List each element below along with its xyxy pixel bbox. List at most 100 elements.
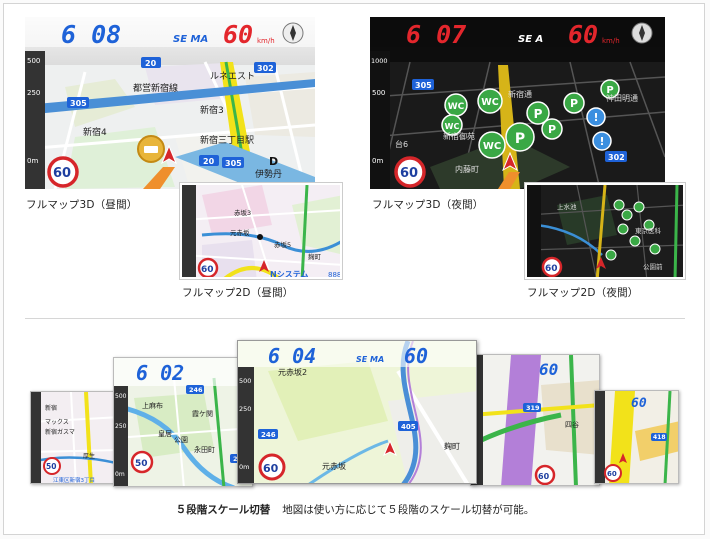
road-shield-label: 20 — [145, 59, 157, 68]
hud-mode: SE MA — [356, 355, 384, 364]
place-label: 元赤坂2 — [278, 367, 307, 377]
scale-tick: 0m — [239, 463, 249, 471]
toilet-poi-icon: WC — [444, 93, 468, 117]
place-label: 伊勢丹 — [255, 168, 282, 180]
parking-poi-icon: P — [541, 118, 563, 140]
compass-icon[interactable] — [631, 22, 653, 44]
footer-caption: ５段階スケール切替 地図は使い方に応じて５段階のスケール切替が可能。 — [0, 502, 710, 517]
bottom-label: Nシステム — [270, 270, 308, 279]
road-shield-label: 302 — [608, 153, 625, 162]
place-label: 新宿御苑 — [443, 131, 475, 141]
place-label: 東京医科 — [635, 226, 662, 235]
svg-text:60: 60 — [400, 166, 418, 181]
place-label: 公園 — [174, 436, 188, 444]
speed-limit-sign: 60 — [541, 256, 563, 277]
compass-icon[interactable] — [282, 22, 304, 44]
place-label: 新宿 — [45, 404, 57, 412]
place-label: 皇居 — [158, 429, 172, 438]
svg-text:P: P — [534, 107, 543, 121]
scale-tick: 250 — [115, 423, 127, 430]
screen-fullmap-3d-day[interactable]: 6 08 SE MA 60 km/h 500 250 0m 20 302 305… — [25, 17, 315, 189]
hud-speed-unit: km/h — [602, 37, 620, 45]
hud-time: 6 08 — [61, 20, 121, 49]
scale-tick: 0m — [372, 157, 383, 165]
svg-text:60: 60 — [53, 166, 71, 181]
svg-text:50: 50 — [135, 459, 148, 469]
road-shield-label: 246 — [189, 386, 203, 394]
road-shield-label: 20 — [203, 157, 215, 166]
place-label: 赤坂5 — [274, 240, 291, 249]
svg-text:60: 60 — [538, 472, 550, 481]
place-label: 都営新宿線 — [133, 82, 178, 94]
toilet-poi-icon: WC — [477, 88, 503, 114]
speed-limit-sign: 60 — [47, 156, 79, 188]
scale-tick: 500 — [27, 57, 40, 65]
footer-description: 地図は使い方に応じて５段階のスケール切替が可能。 — [282, 504, 535, 516]
caption-2d-day: フルマップ2D（昼間） — [182, 287, 294, 299]
screen-fullmap-3d-night[interactable]: 6 07 SE A 60 km/h 1000 500 0m WC WC WC W… — [370, 17, 665, 189]
speed-limit-sign: 60 — [534, 464, 556, 485]
svg-text:WC: WC — [448, 102, 465, 112]
svg-text:WC: WC — [481, 97, 498, 108]
place-label: 永田町 — [194, 445, 215, 454]
place-label: 新宿通 — [508, 89, 532, 99]
bottom-label: 江東区新宿3丁目 — [53, 476, 95, 484]
scale-screen-2[interactable]: 6 02 500 250 0m 上麻布 皇居 霞ケ関 永田町 公園 246 24… — [113, 357, 253, 487]
section-divider — [25, 318, 685, 319]
hud-mode: SE MA — [173, 34, 208, 45]
place-label: 四谷 — [565, 420, 579, 429]
scale-screen-1[interactable]: 新宿 マックス 新宿ガスマ 厚生 江東区新宿3丁目 50 — [30, 391, 120, 484]
place-label: 新宿3 — [200, 104, 224, 116]
hud-speed: 60 — [404, 344, 428, 368]
place-label: 上水池 — [557, 202, 577, 211]
scale-tick: 500 — [239, 377, 251, 385]
place-label: 麹町 — [444, 441, 460, 451]
svg-text:60: 60 — [263, 462, 279, 475]
scale-screen-3[interactable]: 6 04 SE MA 60 500 250 0m 元赤坂2 元赤坂 麹町 405… — [237, 340, 477, 484]
svg-text:WC: WC — [445, 122, 460, 131]
distance-readout: 888 — [328, 271, 341, 279]
scale-screen-4[interactable]: 60 319 四谷 60 — [470, 354, 600, 486]
parking-poi-icon: P — [505, 122, 535, 152]
place-label: 新宿三丁目駅 — [200, 134, 254, 146]
svg-text:P: P — [515, 131, 525, 147]
place-label: 霞ケ関 — [192, 410, 213, 418]
hud-time: 6 04 — [268, 344, 316, 368]
hud-speed: 60 — [568, 20, 598, 49]
svg-text:!: ! — [593, 111, 598, 124]
hud-time: 6 02 — [136, 361, 184, 385]
speed-limit-sign: 60 — [197, 257, 219, 277]
svg-text:!: ! — [599, 135, 604, 148]
place-label: 麹町 — [308, 252, 322, 261]
orbis-camera-icon — [137, 135, 165, 163]
place-label: 元赤坂 — [322, 461, 346, 471]
screen-fullmap-2d-day[interactable]: 赤坂3 元赤坂 赤坂5 麹町 Nシステム 888 60 — [180, 183, 342, 279]
svg-text:P: P — [570, 97, 578, 110]
caption-3d-night: フルマップ3D（夜間） — [372, 199, 484, 211]
place-label: 新宿ガスマ — [45, 428, 75, 436]
caption-2d-night: フルマップ2D（夜間） — [527, 287, 639, 299]
speed-limit-sign: 50 — [43, 457, 61, 475]
place-label: 上麻布 — [142, 401, 163, 410]
parking-poi-icon: P — [563, 92, 585, 114]
road-shield-label: 305 — [225, 159, 242, 168]
road-shield-label: 319 — [526, 404, 540, 412]
place-label: 台6 — [395, 139, 408, 149]
speed-limit-sign: 50 — [130, 450, 154, 474]
place-label: 厚生 — [83, 452, 95, 460]
scale-screen-5[interactable]: 60 418 60 — [594, 390, 679, 484]
scale-tick: 250 — [239, 405, 251, 413]
road-shield-label: 302 — [257, 64, 274, 73]
alert-poi-icon: ! — [586, 107, 606, 127]
hud-speed: 60 — [223, 20, 253, 49]
place-label: 内藤町 — [455, 164, 479, 174]
place-label: 新宿4 — [83, 126, 107, 138]
scale-tick: 500 — [115, 393, 127, 400]
road-shield-label: 418 — [653, 434, 666, 441]
place-label: マックス — [45, 419, 69, 426]
road-shield-label: 405 — [401, 423, 416, 431]
hud-speed: 60 — [631, 396, 647, 411]
toilet-poi-icon: WC — [478, 131, 506, 159]
hud-time: 6 07 — [406, 20, 466, 49]
screen-fullmap-2d-night[interactable]: 上水池 東京医科 公園前 60 — [525, 183, 685, 279]
